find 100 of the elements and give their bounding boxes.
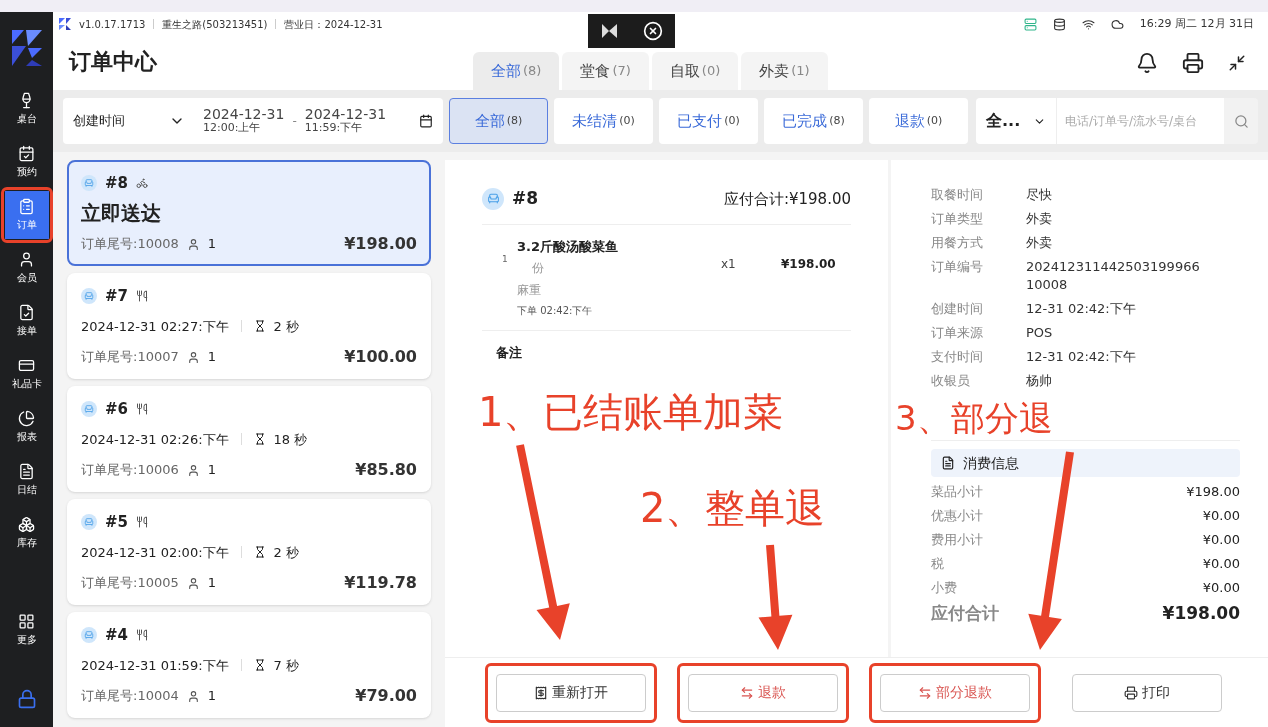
action-button[interactable]: 退款 <box>688 673 838 712</box>
status-filter[interactable]: 已完成(8) <box>764 98 863 144</box>
info-label: 订单编号 <box>931 258 984 276</box>
summary-label: 费用小计 <box>931 531 983 549</box>
order-number: #6 <box>105 399 128 420</box>
summary-value: ¥0.00 <box>1202 531 1240 549</box>
sidebar-item[interactable]: 礼品卡 <box>4 349 49 398</box>
order-card[interactable]: #6 2024-12-31 02:26:下午 18 秒 订单尾号:10006 1 ¥85.80 <box>67 386 431 492</box>
order-amount: ¥100.00 <box>344 346 417 368</box>
info-label: 支付时间 <box>931 348 984 366</box>
info-value: 12-31 02:42:下午 <box>1026 300 1137 318</box>
info-label: 用餐方式 <box>931 234 984 252</box>
hourglass-icon <box>253 433 266 446</box>
search-field[interactable]: 电话/订单号/流水号/桌台 <box>1056 98 1224 144</box>
wait-time: 18 秒 <box>273 430 308 449</box>
sidebar-item[interactable]: 接单 <box>4 296 49 345</box>
list-icon <box>18 462 35 480</box>
document-check-icon <box>18 303 35 321</box>
pie-chart-icon <box>18 409 35 427</box>
order-type-tab[interactable]: 外卖(1) <box>741 52 828 90</box>
order-card[interactable]: #8 立即送达 订单尾号:10008 1 ¥198.00 <box>67 160 431 266</box>
guest-count: 1 <box>207 461 217 480</box>
seat-icon <box>84 630 94 641</box>
order-number: #8 <box>512 187 539 210</box>
lock-icon[interactable] <box>16 689 37 709</box>
order-amount: ¥119.78 <box>344 572 417 594</box>
logo-icon <box>9 28 44 68</box>
item-index: 1 <box>502 252 509 266</box>
item-unit: 份 <box>531 260 545 277</box>
info-label: 订单来源 <box>931 324 984 342</box>
info-value: POS <box>1026 324 1054 342</box>
status-filter[interactable]: 退款(0) <box>869 98 968 144</box>
user-icon <box>18 250 35 268</box>
date-separator: - <box>292 113 297 130</box>
sidebar-item[interactable]: 日结 <box>4 455 49 504</box>
sidebar-item[interactable]: 桌台 <box>4 84 49 133</box>
order-amount: ¥198.00 <box>344 233 417 255</box>
server-icon <box>1023 17 1037 31</box>
order-type-tab[interactable]: 堂食(7) <box>562 52 649 90</box>
page-title: 订单中心 <box>69 48 158 76</box>
guest-icon <box>186 689 200 703</box>
sidebar-item[interactable]: 更多 <box>4 605 49 654</box>
search-scope-select[interactable]: 全... <box>976 98 1056 144</box>
info-label: 取餐时间 <box>931 186 984 204</box>
action-button[interactable]: 部分退款 <box>880 673 1030 712</box>
utensils-icon <box>136 516 148 529</box>
end-time: 11:59:下午 <box>304 121 364 135</box>
order-tail-number: 订单尾号:10005 <box>81 574 179 593</box>
hourglass-icon <box>253 320 266 333</box>
guest-icon <box>186 576 200 590</box>
business-date: 营业日：2024-12-31 <box>284 17 383 32</box>
summary-value: ¥198.00 <box>1186 483 1240 501</box>
section-header: 消费信息 <box>931 449 1240 477</box>
hourglass-icon <box>253 546 266 559</box>
summary-label: 菜品小计 <box>931 483 983 501</box>
sidebar-item[interactable]: 库存 <box>4 508 49 557</box>
item-quantity: x1 <box>721 255 737 273</box>
item-name: 3.2斤酸汤酸菜鱼 <box>517 237 620 256</box>
order-time: 2024-12-31 02:27:下午 <box>81 317 229 336</box>
bell-icon[interactable] <box>1136 52 1158 74</box>
calendar-icon[interactable] <box>419 114 433 128</box>
sidebar-item[interactable]: 预约 <box>4 137 49 186</box>
remark-label: 备注 <box>496 344 523 362</box>
status-filter[interactable]: 已支付(0) <box>659 98 758 144</box>
clock-text: 16:29 周二 12月 31日 <box>1139 15 1254 32</box>
sidebar-item[interactable]: 报表 <box>4 402 49 451</box>
printer-icon[interactable] <box>1182 52 1204 74</box>
order-card[interactable]: #5 2024-12-31 02:00:下午 2 秒 订单尾号:10005 1 ¥119.78 <box>67 499 431 605</box>
printer-icon <box>1124 685 1138 700</box>
boxes-icon <box>18 515 35 533</box>
order-number: #8 <box>105 173 128 194</box>
order-tail-number: 订单尾号:10004 <box>81 687 179 706</box>
order-type-tab[interactable]: 全部(8) <box>473 52 560 90</box>
info-value: 12-31 02:42:下午 <box>1026 348 1137 366</box>
status-filter[interactable]: 未结清(0) <box>554 98 653 144</box>
order-number: #7 <box>105 286 128 307</box>
action-button[interactable]: 打印 <box>1072 673 1222 712</box>
summary-label: 优惠小计 <box>931 507 983 525</box>
logo-icon <box>59 18 71 30</box>
order-card[interactable]: #7 2024-12-31 02:27:下午 2 秒 订单尾号:10007 1 ¥100.00 <box>67 273 431 379</box>
close-icon[interactable] <box>642 21 663 41</box>
action-button[interactable]: 重新打开 <box>496 673 646 712</box>
info-label: 收银员 <box>931 372 971 390</box>
collapse-icon[interactable] <box>1228 54 1246 72</box>
guest-count: 1 <box>207 687 217 706</box>
summary-label: 小费 <box>931 579 957 597</box>
delivery-time: 立即送达 <box>81 200 162 228</box>
guest-icon <box>186 350 200 364</box>
grand-total-value: ¥198.00 <box>1162 602 1240 625</box>
sidebar-item[interactable]: 会员 <box>4 243 49 292</box>
order-card[interactable]: #4 2024-12-31 01:59:下午 7 秒 订单尾号:10004 1 ¥79.00 <box>67 612 431 718</box>
order-type-tab[interactable]: 自取(0) <box>651 52 739 90</box>
sidebar-item[interactable]: 订单 <box>4 190 49 239</box>
seat-icon <box>84 517 94 528</box>
date-field-select[interactable]: 创建时间 <box>73 111 161 131</box>
utensils-icon <box>136 403 148 416</box>
order-tail-number: 订单尾号:10006 <box>81 461 179 480</box>
rewind-icon[interactable] <box>600 24 619 38</box>
guest-count: 1 <box>207 235 217 254</box>
status-filter[interactable]: 全部(8) <box>449 98 548 144</box>
